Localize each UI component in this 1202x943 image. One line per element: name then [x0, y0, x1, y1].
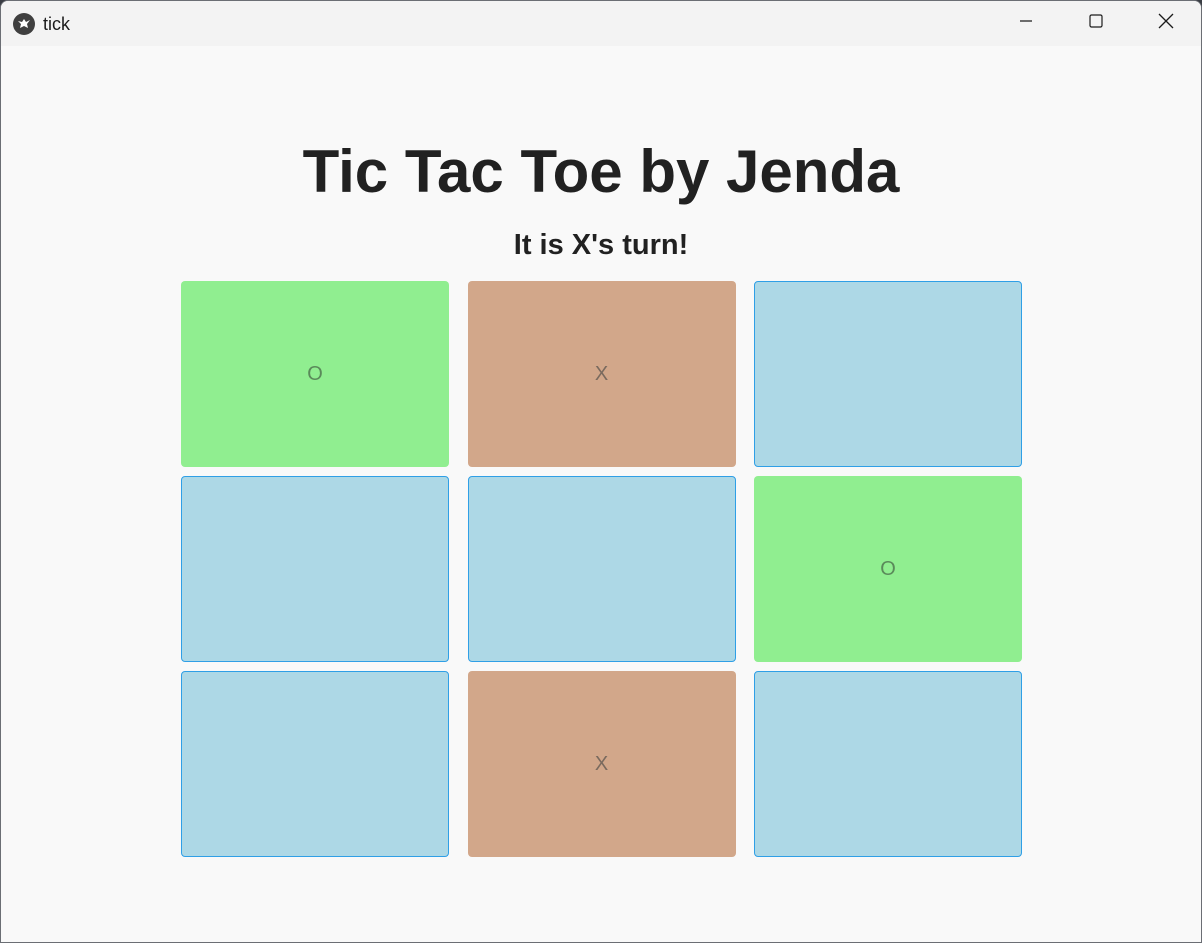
minimize-icon [1018, 13, 1034, 34]
board-cell-7[interactable] [181, 671, 449, 857]
close-icon [1157, 12, 1175, 35]
maximize-icon [1088, 13, 1104, 34]
app-window: tick Tic Tac Toe by Jenda It is X's turn… [0, 0, 1202, 943]
board-cell-8[interactable]: X [467, 671, 736, 857]
app-logo-icon [13, 13, 35, 35]
game-content: Tic Tac Toe by Jenda It is X's turn! O X… [1, 46, 1201, 942]
board-cell-3[interactable] [754, 281, 1022, 467]
board-cell-4[interactable] [181, 476, 449, 662]
minimize-button[interactable] [991, 1, 1061, 46]
board-cell-5[interactable] [467, 476, 736, 662]
turn-status: It is X's turn! [513, 229, 689, 261]
board-cell-6[interactable]: O [754, 476, 1022, 662]
close-button[interactable] [1131, 1, 1201, 46]
board-cell-2[interactable]: X [467, 281, 736, 467]
page-title: Tic Tac Toe by Jenda [302, 138, 900, 205]
board-cell-9[interactable] [754, 671, 1022, 857]
window-title: tick [43, 14, 70, 34]
maximize-button[interactable] [1061, 1, 1131, 46]
title-bar[interactable]: tick [1, 1, 1201, 46]
board-cell-1[interactable]: O [181, 281, 449, 467]
game-board: O X O X [181, 281, 1022, 857]
